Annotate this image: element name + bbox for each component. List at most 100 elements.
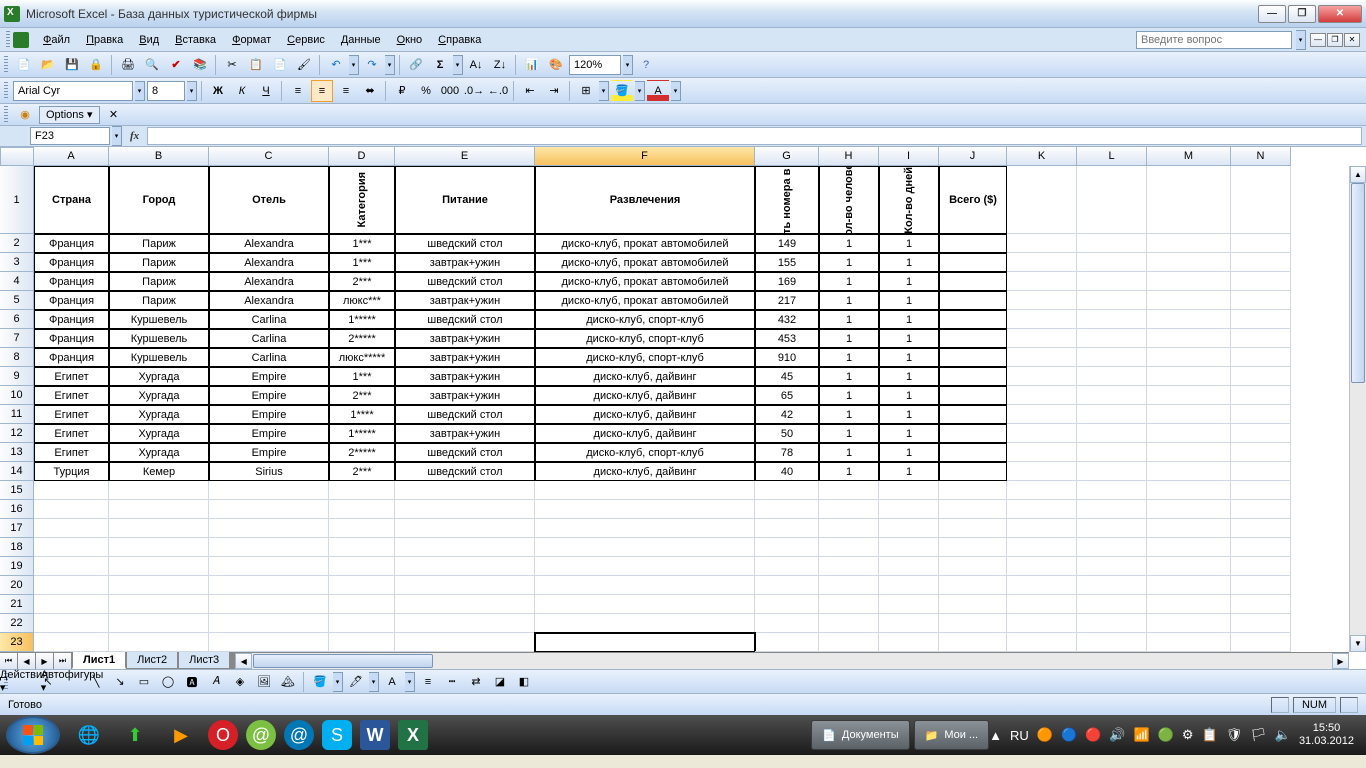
- help-icon[interactable]: ?: [635, 54, 657, 76]
- cell-M7[interactable]: [1147, 329, 1231, 348]
- cell-F18[interactable]: [535, 538, 755, 557]
- cell-K20[interactable]: [1007, 576, 1077, 595]
- font-color-draw-icon[interactable]: A: [381, 671, 403, 693]
- cell-L14[interactable]: [1077, 462, 1147, 481]
- taskbar-word-icon[interactable]: W: [360, 720, 390, 750]
- column-header-J[interactable]: J: [939, 147, 1007, 166]
- sheet-tab-Лист1[interactable]: Лист1: [72, 652, 126, 669]
- clipart-icon[interactable]: 🖼: [253, 671, 275, 693]
- menu-вид[interactable]: Вид: [131, 31, 167, 49]
- cell-K8[interactable]: [1007, 348, 1077, 367]
- row-header-3[interactable]: 3: [0, 253, 34, 272]
- format-painter-icon[interactable]: 🖌: [293, 54, 315, 76]
- chart-wizard-icon[interactable]: 📊: [521, 54, 543, 76]
- row-header-10[interactable]: 10: [0, 386, 34, 405]
- cell-J13[interactable]: [939, 443, 1007, 462]
- cell-L11[interactable]: [1077, 405, 1147, 424]
- cell-I23[interactable]: [879, 633, 939, 652]
- cell-G19[interactable]: [755, 557, 819, 576]
- cell-H17[interactable]: [819, 519, 879, 538]
- cell-M2[interactable]: [1147, 234, 1231, 253]
- cell-D8[interactable]: люкс*****: [329, 348, 395, 367]
- tray-speaker-icon[interactable]: 🔈: [1275, 727, 1291, 743]
- cell-E21[interactable]: [395, 595, 535, 614]
- cell-M5[interactable]: [1147, 291, 1231, 310]
- cell-G3[interactable]: 155: [755, 253, 819, 272]
- drawing-actions-menu[interactable]: Действия ▾: [13, 671, 35, 693]
- save-icon[interactable]: 💾: [61, 54, 83, 76]
- taskbar-media-icon[interactable]: ▶: [162, 720, 200, 750]
- arrow-tool-icon[interactable]: ↘: [109, 671, 131, 693]
- cell-E13[interactable]: шведский стол: [395, 443, 535, 462]
- cell-J3[interactable]: [939, 253, 1007, 272]
- cell-K14[interactable]: [1007, 462, 1077, 481]
- column-header-A[interactable]: A: [34, 147, 109, 166]
- row-header-8[interactable]: 8: [0, 348, 34, 367]
- cell-H11[interactable]: 1: [819, 405, 879, 424]
- print-icon[interactable]: 🖨: [117, 54, 139, 76]
- font-name-dropdown[interactable]: ▾: [135, 81, 145, 101]
- cell-L23[interactable]: [1077, 633, 1147, 652]
- cell-M17[interactable]: [1147, 519, 1231, 538]
- column-header-D[interactable]: D: [329, 147, 395, 166]
- cell-F12[interactable]: диско-клуб, дайвинг: [535, 424, 755, 443]
- workbook-restore-button[interactable]: ❐: [1327, 33, 1343, 47]
- tray-chevron-icon[interactable]: ▲: [989, 728, 1002, 743]
- help-question-input[interactable]: [1136, 31, 1292, 49]
- cell-B22[interactable]: [109, 614, 209, 633]
- cell-N16[interactable]: [1231, 500, 1291, 519]
- cell-E23[interactable]: [395, 633, 535, 652]
- row-header-16[interactable]: 16: [0, 500, 34, 519]
- sheet-tab-Лист3[interactable]: Лист3: [178, 652, 230, 669]
- cell-D11[interactable]: 1****: [329, 405, 395, 424]
- cell-I8[interactable]: 1: [879, 348, 939, 367]
- workbook-minimize-button[interactable]: —: [1310, 33, 1326, 47]
- select-all-corner[interactable]: [0, 147, 34, 166]
- percent-icon[interactable]: %: [415, 80, 437, 102]
- cell-A8[interactable]: Франция: [34, 348, 109, 367]
- cell-L8[interactable]: [1077, 348, 1147, 367]
- sheet-tab-Лист2[interactable]: Лист2: [126, 652, 178, 669]
- cell-K4[interactable]: [1007, 272, 1077, 291]
- cell-B7[interactable]: Куршевель: [109, 329, 209, 348]
- snagit-options-button[interactable]: Options ▾: [39, 106, 100, 124]
- cell-L21[interactable]: [1077, 595, 1147, 614]
- cell-B11[interactable]: Хургада: [109, 405, 209, 424]
- cell-G20[interactable]: [755, 576, 819, 595]
- cell-A14[interactable]: Турция: [34, 462, 109, 481]
- cell-B10[interactable]: Хургада: [109, 386, 209, 405]
- column-header-I[interactable]: I: [879, 147, 939, 166]
- cell-F1[interactable]: Развлечения: [535, 166, 755, 234]
- cell-G2[interactable]: 149: [755, 234, 819, 253]
- cell-I6[interactable]: 1: [879, 310, 939, 329]
- cell-E10[interactable]: завтрак+ужин: [395, 386, 535, 405]
- row-header-17[interactable]: 17: [0, 519, 34, 538]
- minimize-button[interactable]: —: [1258, 5, 1286, 23]
- cell-F8[interactable]: диско-клуб, спорт-клуб: [535, 348, 755, 367]
- cell-G13[interactable]: 78: [755, 443, 819, 462]
- cell-E7[interactable]: завтрак+ужин: [395, 329, 535, 348]
- cell-F6[interactable]: диско-клуб, спорт-клуб: [535, 310, 755, 329]
- cell-D2[interactable]: 1***: [329, 234, 395, 253]
- cell-G7[interactable]: 453: [755, 329, 819, 348]
- cell-E18[interactable]: [395, 538, 535, 557]
- cell-F21[interactable]: [535, 595, 755, 614]
- tray-icon[interactable]: 🔴: [1085, 727, 1101, 743]
- cell-C12[interactable]: Empire: [209, 424, 329, 443]
- cell-D18[interactable]: [329, 538, 395, 557]
- cell-E3[interactable]: завтрак+ужин: [395, 253, 535, 272]
- cell-G6[interactable]: 432: [755, 310, 819, 329]
- decrease-decimal-icon[interactable]: ←.0: [487, 80, 509, 102]
- cell-B15[interactable]: [109, 481, 209, 500]
- question-dropdown[interactable]: ▾: [1296, 30, 1306, 50]
- cell-I2[interactable]: 1: [879, 234, 939, 253]
- cell-C10[interactable]: Empire: [209, 386, 329, 405]
- cell-C5[interactable]: Alexandra: [209, 291, 329, 310]
- cell-A5[interactable]: Франция: [34, 291, 109, 310]
- cell-H16[interactable]: [819, 500, 879, 519]
- cell-B6[interactable]: Куршевель: [109, 310, 209, 329]
- cell-N10[interactable]: [1231, 386, 1291, 405]
- cell-H6[interactable]: 1: [819, 310, 879, 329]
- cell-M4[interactable]: [1147, 272, 1231, 291]
- cell-B5[interactable]: Париж: [109, 291, 209, 310]
